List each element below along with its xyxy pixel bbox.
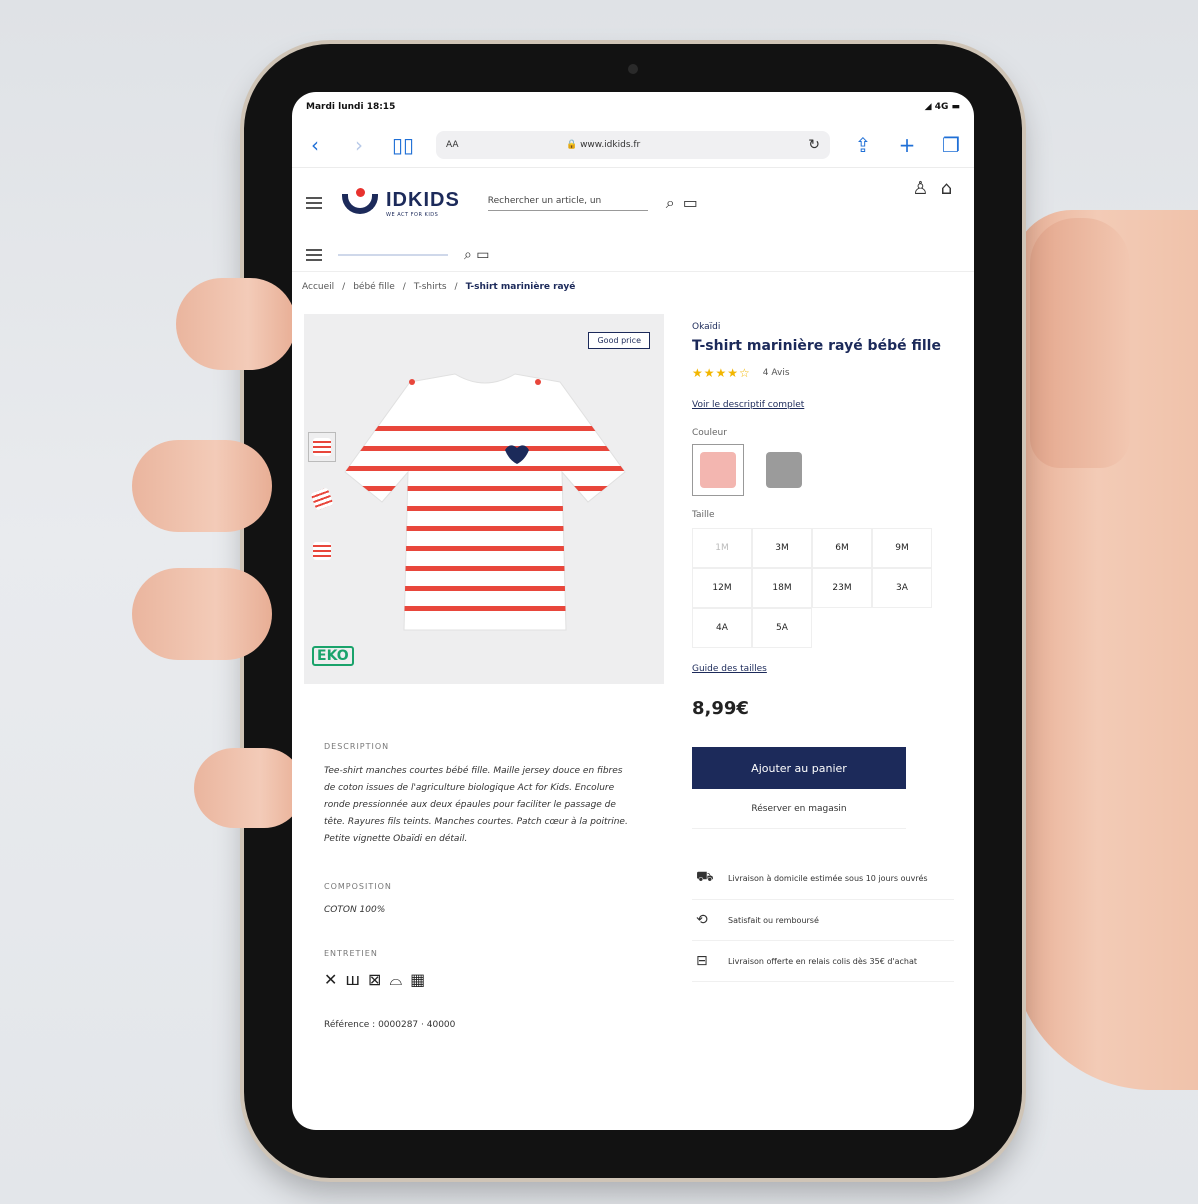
finger-4	[194, 748, 304, 828]
search-input[interactable]: Rechercher un article, un	[487, 196, 648, 211]
back-icon[interactable]: ‹	[304, 133, 326, 157]
thumbnail-1[interactable]	[308, 432, 336, 462]
service-free-relay-text: Livraison offerte en relais colis dès 35…	[728, 956, 918, 966]
product-gallery: Good price EKO	[304, 314, 664, 684]
breadcrumb-subcategory[interactable]: T-shirts	[414, 282, 447, 292]
new-tab-icon[interactable]: +	[896, 133, 918, 157]
full-description-link[interactable]: Voir le descriptif complet	[692, 400, 962, 410]
size-guide-link[interactable]: Guide des tailles	[692, 664, 962, 674]
reserve-in-store-button[interactable]: Réserver en magasin	[692, 789, 906, 829]
browser-toolbar: ‹ › ▯▯ AA 🔒 www.idkids.fr ↻ ⇪ + ❐	[292, 122, 974, 168]
size-option[interactable]: 12M	[692, 568, 752, 608]
size-grid: 1M 3M 6M 9M 12M 18M 23M 3A 4A 5A	[692, 528, 962, 648]
rating[interactable]: ★★★★☆ 4 Avis	[692, 366, 962, 380]
rating-count[interactable]: 4 Avis	[763, 368, 790, 378]
rating-stars: ★★★★☆	[692, 366, 751, 380]
thumbnail-list	[308, 432, 336, 566]
service-refund: ⟲ Satisfait ou remboursé	[692, 900, 954, 941]
size-option[interactable]: 23M	[812, 568, 872, 608]
search-icon-secondary[interactable]: ⌕ ▭	[464, 247, 490, 263]
no-bleach-icon: ✕	[324, 970, 338, 989]
menu-icon-secondary[interactable]	[306, 248, 322, 261]
refresh-icon: ⟲	[696, 912, 708, 928]
sticky-subbar: ⌕ ▭	[292, 238, 974, 272]
search-icon[interactable]: ⌕	[666, 193, 675, 213]
care-label: ENTRETIEN	[324, 949, 378, 958]
status-time: Mardi ​​lundi 18:15	[306, 102, 396, 112]
iron-icon: ⌓	[389, 970, 403, 989]
logo-text: IDKIDS	[386, 188, 460, 211]
services-list: ⛟ Livraison à domicile estimée sous 10 j…	[692, 857, 962, 982]
right-thumb	[1030, 218, 1130, 468]
thumbnail-2[interactable]	[308, 484, 336, 514]
product-brand[interactable]: Okaïdi	[692, 322, 962, 332]
wash-icon: ш	[345, 970, 361, 989]
size-option[interactable]: 9M	[872, 528, 932, 568]
account-icon[interactable]: ♙	[912, 178, 928, 199]
color-swatch-grey[interactable]	[758, 444, 810, 496]
gift-icon: ⊟	[696, 953, 708, 969]
size-option[interactable]: 3A	[872, 568, 932, 608]
front-camera	[628, 64, 638, 74]
product-title: T-shirt marinière rayé bébé fille	[692, 338, 941, 354]
site-logo[interactable]: IDKIDS WE ACT FOR KIDS	[340, 188, 460, 218]
color-swatches	[692, 444, 962, 496]
subbar-line	[338, 253, 448, 256]
share-icon[interactable]: ⇪	[852, 133, 874, 157]
size-option[interactable]: 3M	[752, 528, 812, 568]
truck-icon: ⛟	[696, 869, 714, 885]
forward-icon[interactable]: ›	[348, 133, 370, 157]
description-label: DESCRIPTION	[324, 742, 390, 751]
site-header: IDKIDS WE ACT FOR KIDS Rechercher un art…	[292, 168, 974, 238]
dry-clean-icon: ▦	[410, 970, 426, 989]
breadcrumb-category[interactable]: bébé fille	[353, 282, 395, 292]
service-refund-text: Satisfait ou remboursé	[728, 915, 819, 925]
product-reference: Référence : 0000287 · 40000	[324, 1020, 456, 1030]
color-swatch-pink[interactable]	[692, 444, 744, 496]
service-delivery-text: Livraison à domicile estimée sous 10 jou…	[728, 873, 928, 883]
breadcrumb: Accueil / bébé fille / T-shirts / T-shir…	[302, 282, 576, 292]
product-price: 8,99€	[692, 698, 749, 719]
url-text: 🔒 www.idkids.fr	[566, 139, 641, 150]
service-free-relay: ⊟ Livraison offerte en relais colis dès …	[692, 941, 954, 982]
size-label: Taille	[692, 510, 715, 520]
address-bar[interactable]: AA 🔒 www.idkids.fr ↻	[436, 130, 830, 159]
product-details: Okaïdi T-shirt marinière rayé bébé fille…	[692, 322, 962, 982]
size-option[interactable]: 4A	[692, 608, 752, 648]
add-to-cart-button[interactable]: Ajouter au panier	[692, 747, 906, 789]
care-icons: ✕ ш ⊠ ⌓ ▦	[324, 970, 634, 990]
size-option[interactable]: 1M	[692, 528, 752, 568]
tabs-icon[interactable]: ❐	[940, 133, 962, 157]
thumbnail-3[interactable]	[308, 536, 336, 566]
scan-icon[interactable]: ▭	[683, 193, 698, 213]
size-option[interactable]: 5A	[752, 608, 812, 648]
tablet-screen: Mardi ​​lundi 18:15 ◢ 4G ▬ ‹ › ▯▯ AA 🔒 w…	[292, 92, 974, 1130]
no-dry-icon: ⊠	[368, 970, 382, 989]
finger-1	[176, 278, 296, 370]
composition-value: COTON 100%	[324, 905, 386, 915]
breadcrumb-current: T-shirt marinière rayé	[465, 282, 576, 292]
description-section: DESCRIPTION Tee-shirt manches courtes bé…	[324, 742, 634, 1030]
description-text: Tee-shirt manches courtes bébé fille. Ma…	[324, 766, 628, 844]
status-bar: Mardi ​​lundi 18:15 ◢ 4G ▬	[292, 92, 974, 122]
color-label: Couleur	[692, 428, 727, 438]
size-option[interactable]: 6M	[812, 528, 872, 568]
book-icon[interactable]: ▯▯	[392, 133, 414, 157]
composition-label: COMPOSITION	[324, 882, 392, 891]
reload-icon[interactable]: ↻	[808, 137, 820, 153]
breadcrumb-home[interactable]: Accueil	[302, 282, 334, 292]
status-signal: ◢ 4G ▬	[924, 102, 960, 112]
reader-aa-button[interactable]: AA	[446, 140, 566, 150]
product-image[interactable]	[340, 362, 630, 642]
finger-3	[132, 568, 272, 660]
menu-icon[interactable]	[306, 197, 322, 209]
size-option[interactable]: 18M	[752, 568, 812, 608]
eko-label: EKO	[312, 646, 354, 666]
logo-tagline: WE ACT FOR KIDS	[386, 211, 439, 218]
finger-2	[132, 440, 272, 532]
bag-icon[interactable]: ⌂	[941, 178, 952, 199]
logo-mark-icon	[340, 188, 382, 218]
good-price-badge: Good price	[588, 332, 650, 349]
service-delivery: ⛟ Livraison à domicile estimée sous 10 j…	[692, 857, 954, 900]
